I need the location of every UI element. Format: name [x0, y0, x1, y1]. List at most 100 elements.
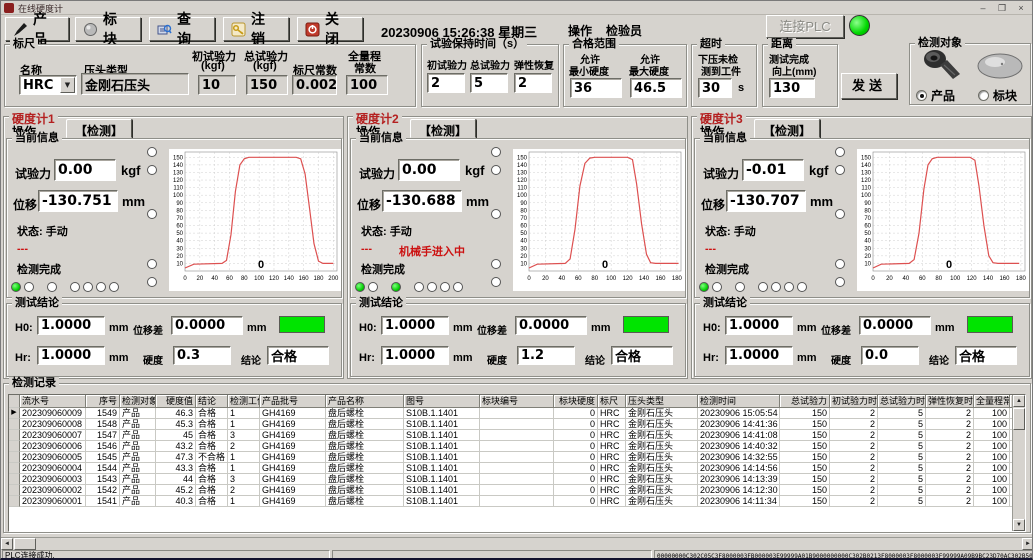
table-header-cell[interactable]: 总试验力时间 — [878, 395, 926, 408]
hold-total-field[interactable]: 5 — [470, 73, 508, 93]
displacement-field[interactable]: -130.688 — [382, 190, 462, 212]
records-vertical-scrollbar[interactable]: ▲ ▼ — [1012, 395, 1025, 531]
standard-block-button[interactable]: 标块 — [75, 17, 141, 41]
svg-text:10: 10 — [176, 261, 183, 267]
hardness-field[interactable]: 0.0 — [861, 346, 919, 365]
table-row[interactable]: 2023090600061546产品43.2合格2GH4169盘后螺栓S10B.… — [9, 441, 1025, 452]
scroll-up-icon[interactable]: ▲ — [1013, 395, 1025, 407]
hr-field[interactable]: 1.0000 — [37, 346, 105, 365]
table-header-cell[interactable]: 检测对象 — [120, 395, 156, 408]
tab-detect[interactable]: 【检测】 — [754, 119, 820, 138]
table-header-cell[interactable]: 检测时间 — [698, 395, 780, 408]
table-header-cell[interactable]: 标尺 — [598, 395, 626, 408]
vertical-scroll-thumb[interactable] — [1013, 408, 1025, 430]
hr-field[interactable]: 1.0000 — [725, 346, 793, 365]
form-horizontal-scrollbar[interactable]: ◄ ► — [1, 537, 1033, 550]
distance-field[interactable]: 130 — [769, 78, 815, 98]
horizontal-scroll-thumb[interactable] — [14, 538, 36, 550]
row-selector[interactable] — [9, 463, 20, 474]
table-header-cell[interactable]: 序号 — [86, 395, 120, 408]
row-selector[interactable] — [9, 419, 20, 430]
row-selector[interactable] — [9, 474, 20, 485]
scroll-down-icon[interactable]: ▼ — [1013, 519, 1025, 531]
displacement-diff-field[interactable]: 0.0000 — [171, 316, 243, 335]
max-hardness-field[interactable]: 46.5 — [630, 78, 682, 98]
connect-plc-button[interactable]: 连接PLC — [766, 15, 844, 38]
table-header-cell[interactable]: 图号 — [404, 395, 480, 408]
row-selector[interactable] — [9, 441, 20, 452]
table-row[interactable]: 2023090600081548产品45.3合格1GH4169盘后螺栓S10B.… — [9, 419, 1025, 430]
displacement-diff-field[interactable]: 0.0000 — [859, 316, 931, 335]
tab-detect[interactable]: 【检测】 — [410, 119, 476, 138]
indenter-type-field[interactable]: 金刚石压头 — [81, 73, 189, 95]
conclusion-field[interactable]: 合格 — [267, 346, 329, 365]
scale-name-select[interactable]: HRC ▼ — [19, 75, 77, 95]
table-header-cell[interactable]: 产品名称 — [326, 395, 404, 408]
radio-target-block[interactable]: 标块 — [978, 87, 1017, 104]
table-header-cell[interactable]: 弹性恢复时间 — [926, 395, 974, 408]
table-header-cell[interactable]: 压头类型 — [626, 395, 698, 408]
displacement-field[interactable]: -130.707 — [726, 190, 806, 212]
table-row[interactable]: ▶2023090600091549产品46.3合格1GH4169盘后螺栓S10B… — [9, 408, 1025, 419]
displacement-field[interactable]: -130.751 — [38, 190, 118, 212]
table-row[interactable]: 2023090600041544产品43.3合格1GH4169盘后螺栓S10B.… — [9, 463, 1025, 474]
hold-elastic-field[interactable]: 2 — [514, 73, 552, 93]
table-row[interactable]: 2023090600031543产品44合格3GH4169盘后螺栓S10B.1.… — [9, 474, 1025, 485]
hold-initial-field[interactable]: 2 — [427, 73, 465, 93]
close-app-button[interactable]: 关闭 — [297, 17, 363, 41]
query-button[interactable]: 查询 — [149, 17, 215, 41]
scale-const-field[interactable]: 0.002 — [292, 75, 337, 95]
logout-button[interactable]: 注销 — [223, 17, 289, 41]
table-row[interactable]: 2023090600051545产品47.3不合格1GH4169盘后螺栓S10B… — [9, 452, 1025, 463]
hardness-field[interactable]: 1.2 — [517, 346, 575, 365]
conclusion-field[interactable]: 合格 — [611, 346, 673, 365]
force-field[interactable]: -0.01 — [742, 159, 804, 181]
table-header-cell[interactable]: 检测工位 — [228, 395, 260, 408]
total-force-field[interactable]: 150 — [246, 75, 288, 95]
minimize-button[interactable]: – — [974, 2, 992, 14]
table-cell: 202309060005 — [20, 452, 86, 463]
table-header-cell[interactable]: 结论 — [196, 395, 228, 408]
table-header-cell[interactable]: 流水号 — [20, 395, 86, 408]
h0-field[interactable]: 1.0000 — [725, 316, 793, 335]
row-selector[interactable] — [9, 395, 20, 408]
initial-force-field[interactable]: 10 — [198, 75, 236, 95]
h0-field[interactable]: 1.0000 — [381, 316, 449, 335]
table-cell: 合格 — [196, 441, 228, 452]
h0-field[interactable]: 1.0000 — [37, 316, 105, 335]
row-selector[interactable] — [9, 452, 20, 463]
force-field[interactable]: 0.00 — [54, 159, 116, 181]
conclusion-value: 合格 — [615, 346, 641, 365]
displacement-diff-field[interactable]: 0.0000 — [515, 316, 587, 335]
conclusion-field[interactable]: 合格 — [955, 346, 1017, 365]
hardness-field[interactable]: 0.3 — [173, 346, 231, 365]
table-row[interactable]: 2023090600011541产品40.3合格1GH4169盘后螺栓S10B.… — [9, 496, 1025, 507]
table-header-cell[interactable]: 初试验力时间 — [830, 395, 878, 408]
table-row[interactable]: 2023090600071547产品45合格3GH4169盘后螺栓S10B.1.… — [9, 430, 1025, 441]
scroll-left-icon[interactable]: ◄ — [1, 538, 13, 550]
min-hardness-field[interactable]: 36 — [570, 78, 622, 98]
table-header-cell[interactable]: 硬度值 — [156, 395, 196, 408]
chevron-down-icon[interactable]: ▼ — [60, 77, 75, 93]
scroll-right-icon[interactable]: ► — [1022, 538, 1033, 550]
close-button[interactable]: × — [1012, 2, 1030, 14]
row-selector[interactable] — [9, 430, 20, 441]
force-field[interactable]: 0.00 — [398, 159, 460, 181]
tab-detect[interactable]: 【检测】 — [66, 119, 132, 138]
table-row[interactable]: 2023090600021542产品45.2合格2GH4169盘后螺栓S10B.… — [9, 485, 1025, 496]
table-header-cell[interactable]: 全量程常数 — [974, 395, 1010, 408]
table-header-cell[interactable]: 产品批号 — [260, 395, 326, 408]
table-header-cell[interactable]: 标块硬度 — [554, 395, 598, 408]
row-selector[interactable] — [9, 496, 20, 507]
table-header-cell[interactable]: 标块编号 — [480, 395, 554, 408]
row-selector[interactable] — [9, 485, 20, 496]
radio-target-product[interactable]: 产品 — [916, 87, 955, 104]
full-range-field[interactable]: 100 — [346, 75, 388, 95]
timeout-field[interactable]: 30 — [698, 78, 732, 98]
hr-field[interactable]: 1.0000 — [381, 346, 449, 365]
send-button[interactable]: 发送 — [841, 73, 897, 99]
app-icon — [4, 3, 14, 13]
maximize-button[interactable]: ❐ — [993, 2, 1011, 14]
table-header-cell[interactable]: 总试验力 — [780, 395, 830, 408]
row-selector[interactable]: ▶ — [9, 408, 20, 419]
